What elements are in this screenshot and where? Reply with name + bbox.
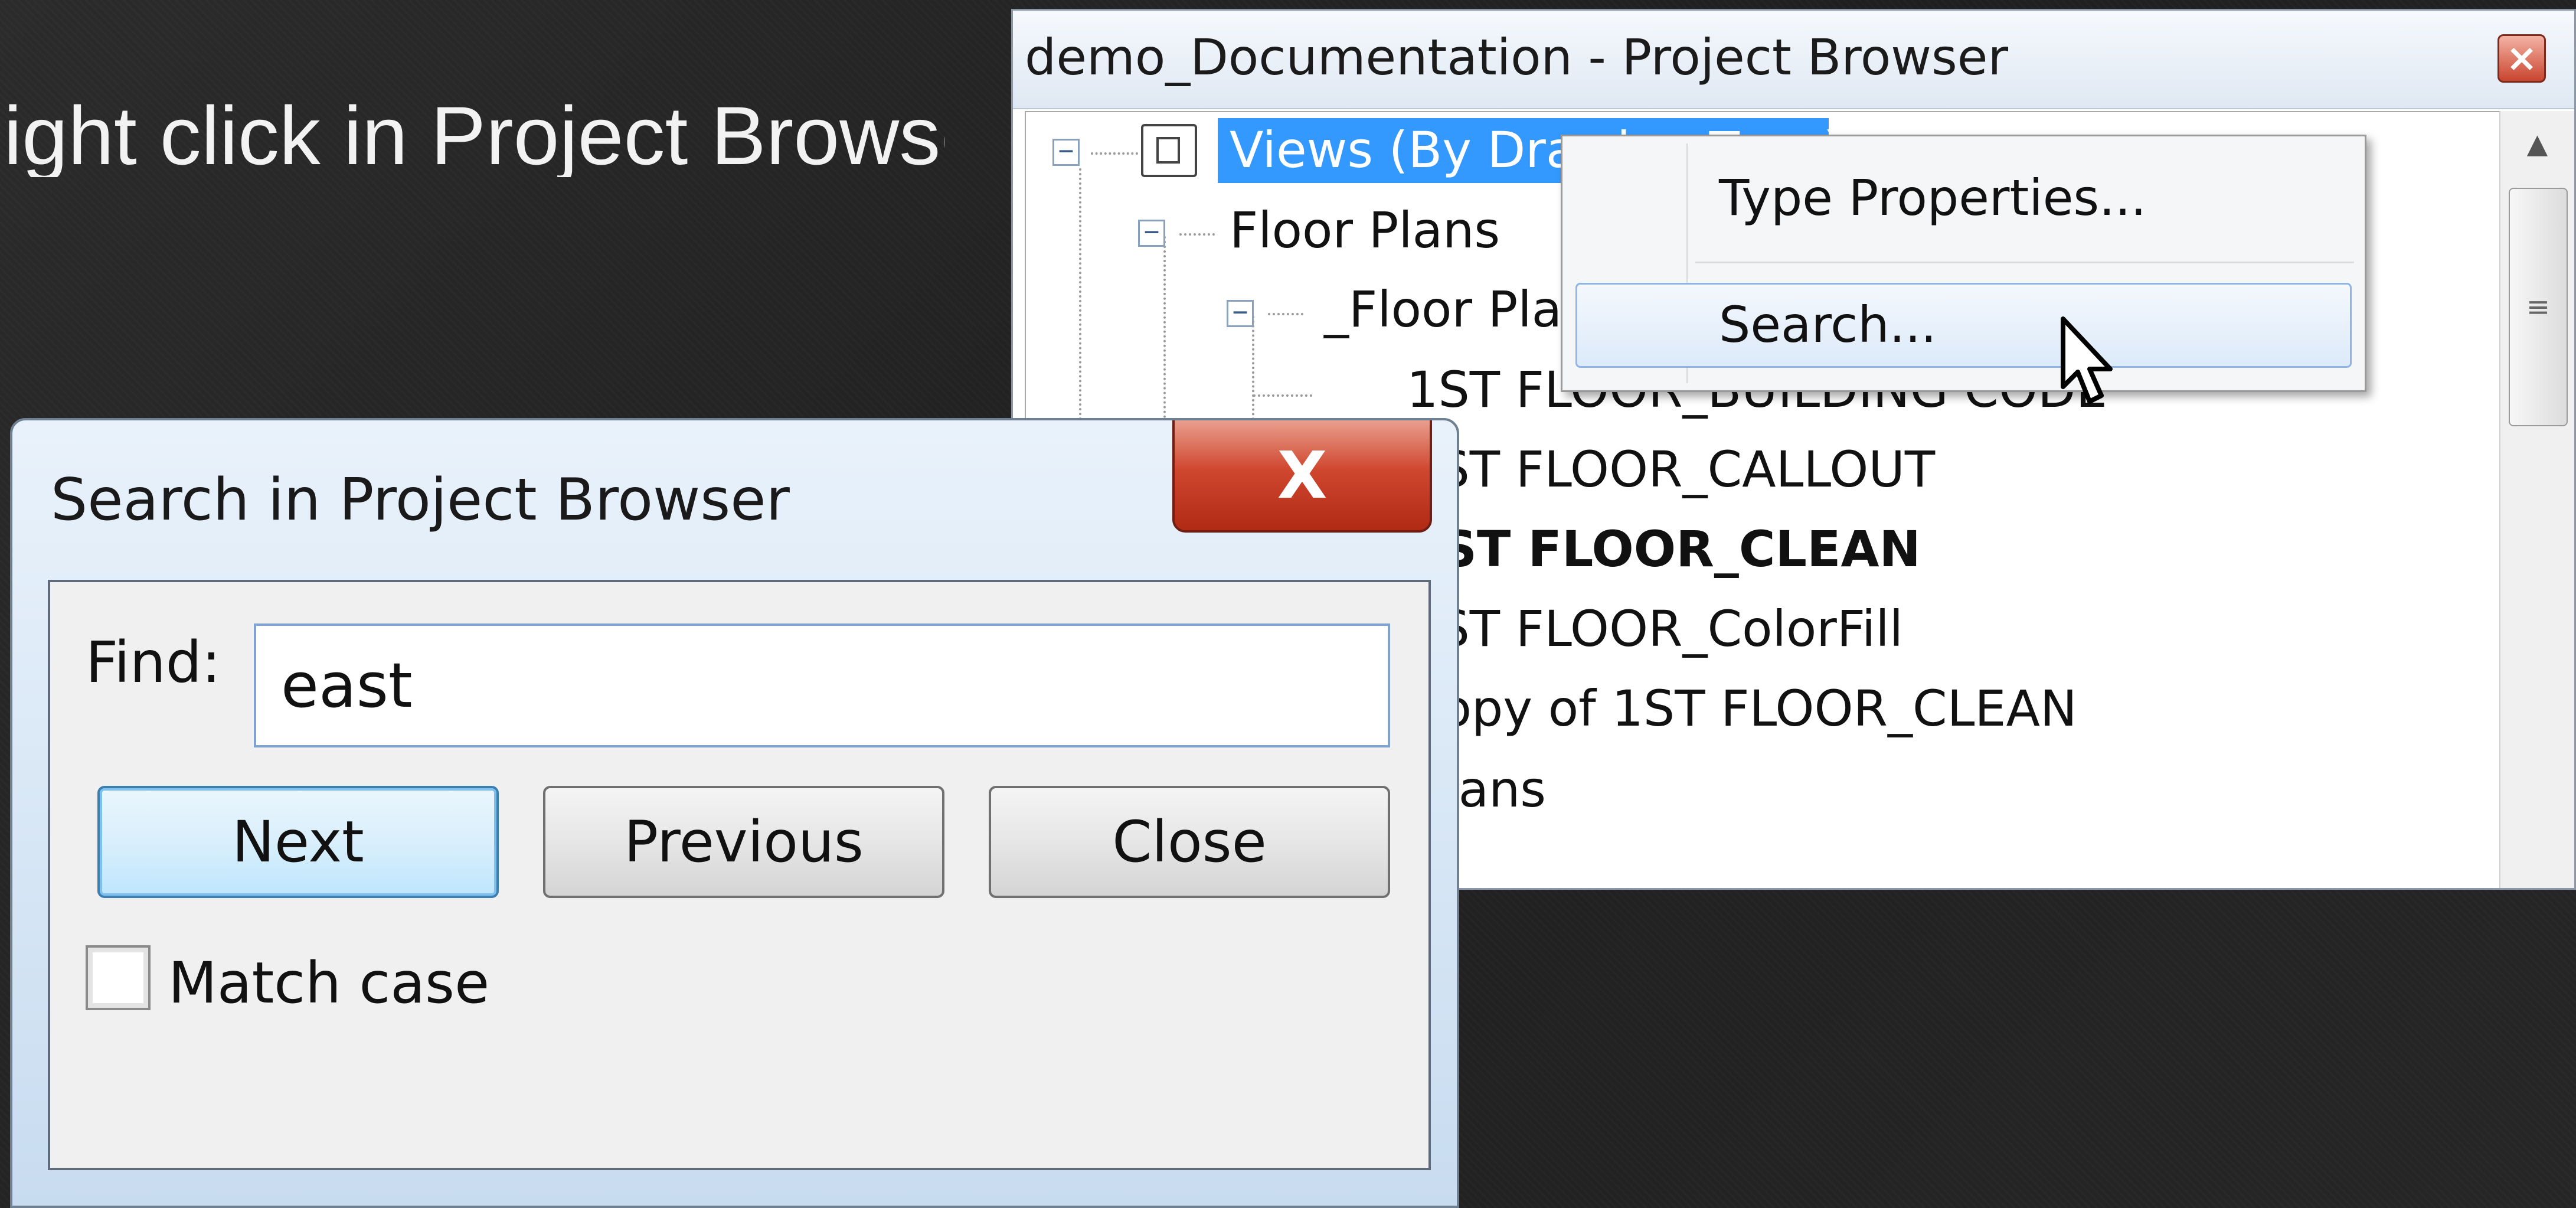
- tree-connector: [1253, 394, 1312, 397]
- project-browser-scrollbar[interactable]: ▲ ≡: [2499, 111, 2574, 888]
- scroll-up-arrow-icon[interactable]: ▲: [2500, 111, 2574, 176]
- tree-item-view-active[interactable]: 1ST FLOOR_CLEAN: [1407, 524, 1921, 574]
- context-menu-hover-highlight: [1575, 283, 2352, 368]
- tree-item-view[interactable]: 1ST FLOOR_CALLOUT: [1407, 445, 1935, 494]
- find-input[interactable]: [254, 623, 1390, 747]
- project-browser-close-button[interactable]: ×: [2497, 34, 2546, 83]
- tree-connector: [1091, 152, 1138, 155]
- tree-collapse-toggle[interactable]: −: [1138, 219, 1165, 247]
- next-button[interactable]: Next: [97, 786, 499, 898]
- slide-caption: Right click in Project Browser: [0, 94, 944, 177]
- context-menu-item-search[interactable]: Search...: [1562, 279, 2365, 368]
- close-button[interactable]: Close: [989, 786, 1390, 898]
- search-dialog-body: Find: Next Previous Close Match case: [48, 580, 1431, 1170]
- context-menu-item-type-properties[interactable]: Type Properties...: [1562, 151, 2365, 240]
- project-browser-titlebar: demo_Documentation - Project Browser ×: [1013, 11, 2574, 109]
- tree-collapse-toggle[interactable]: −: [1227, 299, 1254, 327]
- tree-collapse-toggle[interactable]: −: [1052, 138, 1080, 166]
- tree-connector: [1179, 233, 1215, 236]
- previous-button[interactable]: Previous: [543, 786, 944, 898]
- context-menu-item-label: Search...: [1719, 296, 1937, 354]
- tree-connector: [1268, 313, 1303, 315]
- tree-item-view[interactable]: Copy of 1ST FLOOR_CLEAN: [1407, 684, 2077, 733]
- context-menu-item-label: Type Properties...: [1719, 169, 2147, 227]
- scroll-thumb[interactable]: ≡: [2509, 188, 2568, 426]
- context-menu-separator: [1695, 262, 2354, 263]
- tree-connector: [1252, 316, 1254, 434]
- tree-item-view[interactable]: 1ST FLOOR_ColorFill: [1407, 604, 1903, 654]
- project-browser-title: demo_Documentation - Project Browser: [1025, 28, 2008, 86]
- slide-caption-text: Right click in Project Browser: [0, 94, 944, 177]
- mouse-pointer-icon: [2061, 316, 2113, 404]
- search-dialog-close-button[interactable]: X: [1172, 420, 1432, 533]
- tree-item-floor-plans[interactable]: Floor Plans: [1230, 205, 1500, 255]
- context-menu: Type Properties... Search...: [1561, 135, 2366, 392]
- views-folder-icon: [1141, 124, 1197, 177]
- match-case-label[interactable]: Match case: [168, 950, 489, 1016]
- search-dialog: Search in Project Browser X Find: Next P…: [10, 418, 1459, 1208]
- match-case-checkbox[interactable]: [86, 945, 151, 1010]
- find-label: Find:: [86, 629, 221, 696]
- search-dialog-title: Search in Project Browser: [51, 466, 790, 534]
